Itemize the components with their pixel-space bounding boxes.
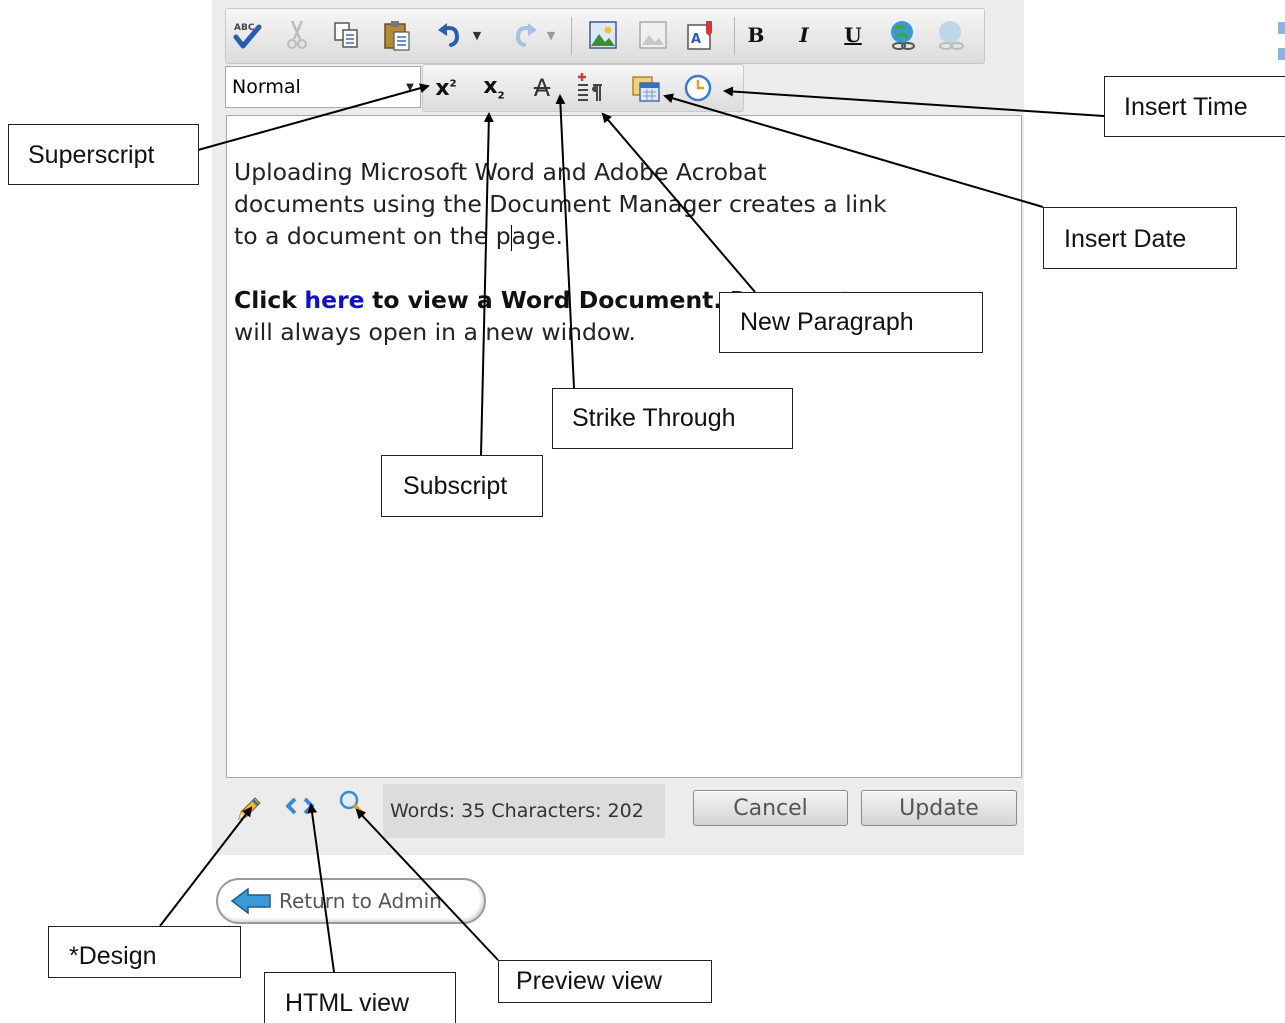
callout-label: New Paragraph	[740, 308, 914, 336]
callout-superscript: Superscript	[8, 124, 199, 185]
callout-label: Preview view	[516, 967, 662, 995]
arrow-design	[159, 806, 253, 927]
callout-subscript: Subscript	[381, 455, 543, 517]
callout-label: Strike Through	[572, 404, 736, 432]
arrow-preview-view	[355, 808, 499, 961]
arrow-new-paragraph	[601, 112, 756, 293]
callout-label: HTML view	[285, 989, 410, 1017]
callout-html-view: HTML view	[264, 972, 456, 1023]
arrow-superscript	[197, 83, 430, 151]
callout-label: Subscript	[403, 472, 508, 500]
callout-label: Superscript	[28, 141, 155, 169]
callout-strike-through: Strike Through	[552, 388, 793, 449]
arrow-html-view	[307, 803, 335, 973]
arrow-strike-through	[555, 94, 575, 389]
arrow-insert-time	[723, 86, 1105, 117]
callout-design: *Design	[48, 926, 241, 978]
callout-label: Insert Date	[1064, 225, 1187, 253]
callout-insert-time: Insert Time	[1104, 76, 1285, 137]
arrow-insert-date	[663, 93, 1044, 208]
callout-label: *Design	[69, 942, 157, 970]
arrow-subscript	[480, 112, 494, 456]
callout-label: Insert Time	[1124, 93, 1248, 121]
callout-preview-view: Preview view	[498, 960, 712, 1003]
callout-insert-date: Insert Date	[1043, 207, 1237, 269]
callout-new-paragraph: New Paragraph	[719, 292, 983, 353]
